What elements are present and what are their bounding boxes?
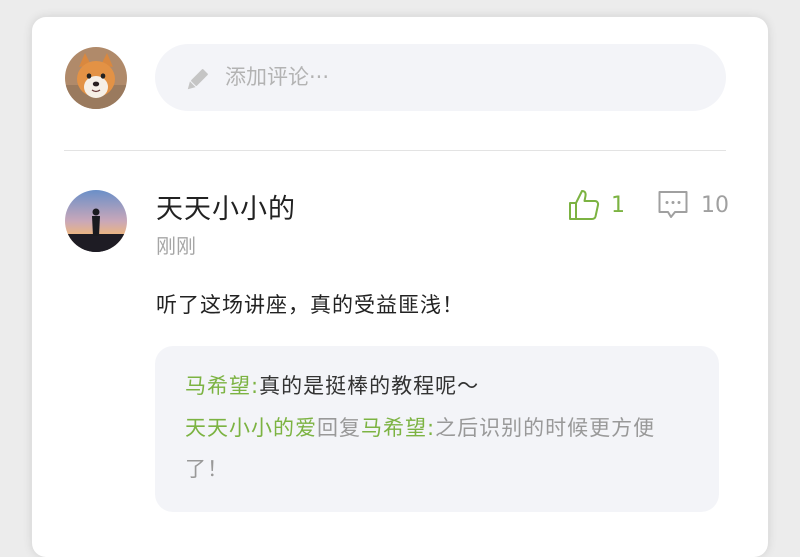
- reply-target[interactable]: 马希望:: [361, 416, 435, 440]
- reply-button[interactable]: 10: [657, 187, 729, 223]
- reply-item[interactable]: 天天小小的爱回复马希望:之后识别的时候更方便了！: [185, 408, 695, 490]
- comment-input[interactable]: 添加评论···: [155, 44, 726, 111]
- comment-timestamp: 刚刚: [156, 234, 196, 258]
- like-button[interactable]: 1: [567, 187, 625, 223]
- comment-card: 添加评论··· 天天小小的 刚刚 1 10 听了这场讲座，真的受益匪浅！ 马希望…: [32, 17, 768, 557]
- comment-bubble-icon: [658, 191, 688, 218]
- current-user-avatar[interactable]: [65, 47, 127, 109]
- divider: [64, 150, 726, 151]
- thumbs-up-icon: [569, 190, 600, 220]
- reply-count: 10: [701, 192, 729, 218]
- commenter-avatar[interactable]: [65, 190, 127, 252]
- comment-input-placeholder: 添加评论···: [225, 65, 330, 89]
- comment-text: 听了这场讲座，真的受益匪浅！: [156, 293, 464, 317]
- reply-action: 回复: [317, 416, 361, 440]
- reply-author[interactable]: 天天小小的爱: [185, 416, 317, 440]
- reply-thread: 马希望:真的是挺棒的教程呢～ 天天小小的爱回复马希望:之后识别的时候更方便了！: [155, 346, 719, 512]
- reply-item[interactable]: 马希望:真的是挺棒的教程呢～: [185, 366, 695, 407]
- comment-username[interactable]: 天天小小的: [156, 187, 296, 226]
- pencil-icon: [187, 69, 208, 90]
- like-count: 1: [611, 192, 625, 218]
- reply-text: 真的是挺棒的教程呢～: [259, 374, 480, 398]
- reply-author[interactable]: 马希望:: [185, 374, 259, 398]
